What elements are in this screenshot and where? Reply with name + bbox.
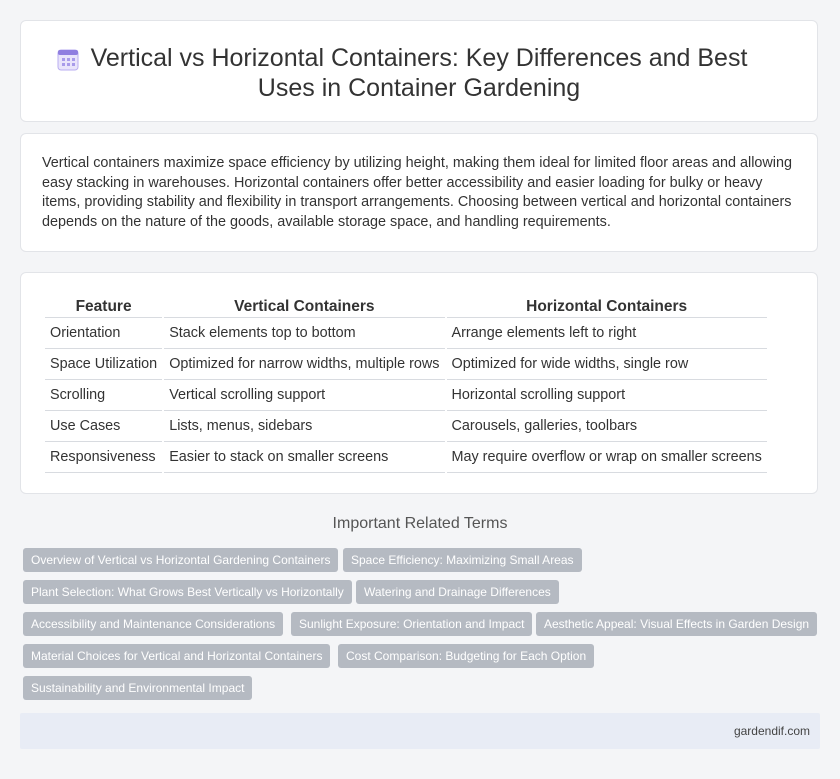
site-name[interactable]: gardendif.com xyxy=(734,724,810,738)
header-feature: Feature xyxy=(75,298,132,315)
related-term-link[interactable]: Watering and Drainage Differences xyxy=(356,580,559,604)
table-cell: Space Utilization xyxy=(45,348,163,379)
table-row: Orientation Stack elements top to bottom… xyxy=(45,317,767,348)
table-cell: Horizontal scrolling support xyxy=(446,379,767,410)
table-row: Space Utilization Optimized for narrow w… xyxy=(45,348,767,379)
related-terms-title: Important Related Terms xyxy=(332,515,508,532)
table-cell: Carousels, galleries, toolbars xyxy=(446,410,767,441)
table-cell: Easier to stack on smaller screens xyxy=(164,441,445,473)
table-cell: Optimized for wide widths, single row xyxy=(446,348,767,379)
table-header-row: Feature Vertical Containers Horizontal C… xyxy=(45,297,767,317)
related-term-link[interactable]: Overview of Vertical vs Horizontal Garde… xyxy=(23,548,339,572)
table-cell: Stack elements top to bottom xyxy=(164,317,445,348)
table-cell: Vertical scrolling support xyxy=(164,379,445,410)
table-row: Responsiveness Easier to stack on smalle… xyxy=(45,441,767,473)
table-cell: Orientation xyxy=(45,317,163,348)
table-cell: Use Cases xyxy=(45,410,163,441)
table-cell: Optimized for narrow widths, multiple ro… xyxy=(164,348,445,379)
header-vertical: Vertical Containers xyxy=(234,298,375,315)
table-cell: Arrange elements left to right xyxy=(446,317,767,348)
comparison-table: Feature Vertical Containers Horizontal C… xyxy=(43,297,769,473)
related-term-link[interactable]: Sunlight Exposure: Orientation and Impac… xyxy=(291,612,533,636)
related-term-link[interactable]: Aesthetic Appeal: Visual Effects in Gard… xyxy=(536,612,818,636)
table-cell: May require overflow or wrap on smaller … xyxy=(446,441,767,473)
table-cell: Scrolling xyxy=(45,379,163,410)
table-row: Use Cases Lists, menus, sidebars Carouse… xyxy=(45,410,767,441)
header-horizontal: Horizontal Containers xyxy=(526,298,688,315)
related-term-link[interactable]: Accessibility and Maintenance Considerat… xyxy=(23,612,284,636)
footer: gardendif.com xyxy=(20,713,820,749)
title-card: Vertical vs Horizontal Containers: Key D… xyxy=(20,20,818,122)
related-term-link[interactable]: Material Choices for Vertical and Horizo… xyxy=(23,644,331,668)
intro-card: Vertical containers maximize space effic… xyxy=(20,133,818,252)
table-cell: Responsiveness xyxy=(45,441,163,473)
related-term-link[interactable]: Plant Selection: What Grows Best Vertica… xyxy=(23,580,352,604)
comparison-card: Feature Vertical Containers Horizontal C… xyxy=(20,272,818,494)
page-title: Vertical vs Horizontal Containers: Key D… xyxy=(90,44,748,102)
related-term-link[interactable]: Cost Comparison: Budgeting for Each Opti… xyxy=(338,644,595,668)
table-cell: Lists, menus, sidebars xyxy=(164,410,445,441)
table-row: Scrolling Vertical scrolling support Hor… xyxy=(45,379,767,410)
intro-paragraph: Vertical containers maximize space effic… xyxy=(42,155,793,230)
related-term-link[interactable]: Sustainability and Environmental Impact xyxy=(23,676,253,700)
related-term-link[interactable]: Space Efficiency: Maximizing Small Areas xyxy=(343,548,582,572)
